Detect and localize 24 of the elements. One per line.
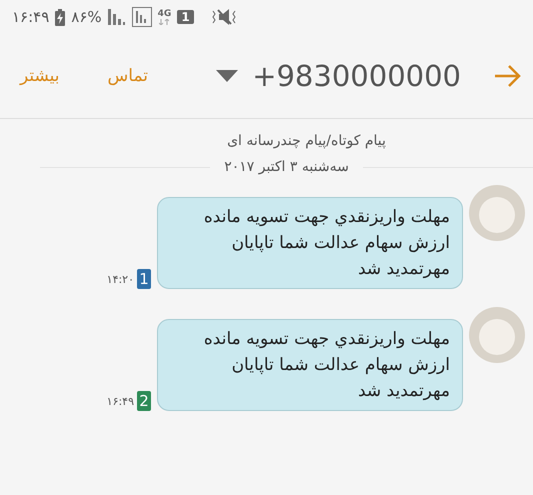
message-bubble: مهلت واريزنقدي جهت تسويه مانده ارزش سهام عدالت شما تاپایان مهرتمدید شد (157, 319, 463, 411)
action-button[interactable]: بیشتر (16, 62, 64, 90)
action-button[interactable]: تماس (104, 62, 152, 90)
mute-icon (210, 8, 238, 26)
avatar-icon[interactable] (469, 185, 525, 241)
forward-arrow-icon[interactable] (495, 65, 521, 87)
signal-icon (108, 9, 126, 25)
network-type: 4G (158, 9, 172, 19)
phone-number: +9830000000 (252, 59, 461, 93)
clock: ۱۶:۴۹ (12, 8, 50, 26)
dropdown-icon[interactable] (216, 70, 238, 82)
sim-badge: 2 (137, 391, 151, 411)
data-arrows-icon (159, 19, 170, 25)
avatar-icon[interactable] (469, 307, 525, 363)
message-bubble: مهلت واريزنقدي جهت تسويه مانده ارزش سهام عدالت شما تاپایان مهرتمدید شد (157, 197, 463, 289)
sim-indicator: 1 (177, 10, 194, 24)
message-time: ۱۴:۲۰ (106, 272, 134, 286)
conversation-type: پیام کوتاه/پیام چندرسانه ای (226, 132, 387, 149)
sim-badge: 1 (137, 269, 151, 289)
battery-icon (55, 8, 66, 26)
signal-icon (132, 7, 152, 27)
message-time: ۱۶:۴۹ (106, 394, 134, 408)
battery-percent: ۸۶% (71, 8, 102, 26)
date-label: سه‌شنبه ۳ اکتبر ۲۰۱۷ (224, 159, 349, 175)
